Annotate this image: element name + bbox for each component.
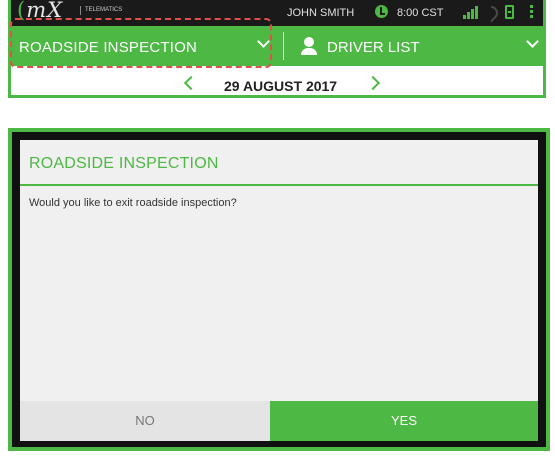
- chevron-down-icon: [526, 35, 539, 48]
- current-date: 29 AUGUST 2017: [224, 78, 338, 94]
- clock-icon: [375, 5, 388, 18]
- roadside-inspection-dropdown[interactable]: ROADSIDE INSPECTION: [11, 26, 281, 66]
- wifi-icon: [481, 3, 501, 23]
- nav-bar: ROADSIDE INSPECTION DRIVER LIST: [11, 26, 543, 66]
- nav-divider: [283, 32, 284, 60]
- exit-inspection-dialog: ROADSIDE INSPECTION Would you like to ex…: [20, 140, 538, 441]
- user-name: JOHN SMITH: [287, 7, 355, 19]
- signal-icon: [463, 6, 479, 19]
- chevron-down-icon: [257, 35, 270, 48]
- no-button[interactable]: NO: [20, 401, 270, 441]
- yes-button[interactable]: YES: [270, 401, 538, 441]
- chevron-right-icon[interactable]: [365, 75, 381, 91]
- person-icon: [301, 37, 317, 55]
- dialog-title: ROADSIDE INSPECTION: [20, 140, 538, 186]
- driver-list-label: DRIVER LIST: [327, 39, 420, 56]
- device-icon: [505, 5, 514, 19]
- chevron-left-icon[interactable]: [183, 75, 199, 91]
- dialog-message: Would you like to exit roadside inspecti…: [29, 197, 237, 209]
- app-screen-bottom: ROADSIDE INSPECTION Would you like to ex…: [8, 128, 550, 451]
- status-time: 8:00 CST: [397, 7, 444, 19]
- logo-subtitle: TELEMATICS: [80, 6, 122, 15]
- mix-telematics-logo: (mX: [17, 0, 64, 22]
- driver-list-dropdown[interactable]: DRIVER LIST: [287, 26, 543, 66]
- app-screen-top: (mX TELEMATICS JOHN SMITH 8:00 CST ROADS…: [8, 0, 546, 98]
- screen-bezel: ROADSIDE INSPECTION Would you like to ex…: [12, 132, 546, 447]
- roadside-inspection-label: ROADSIDE INSPECTION: [19, 39, 197, 56]
- date-navigator: 29 AUGUST 2017: [11, 66, 543, 95]
- status-bar: (mX TELEMATICS JOHN SMITH 8:00 CST: [11, 0, 543, 26]
- menu-icon[interactable]: [530, 5, 534, 20]
